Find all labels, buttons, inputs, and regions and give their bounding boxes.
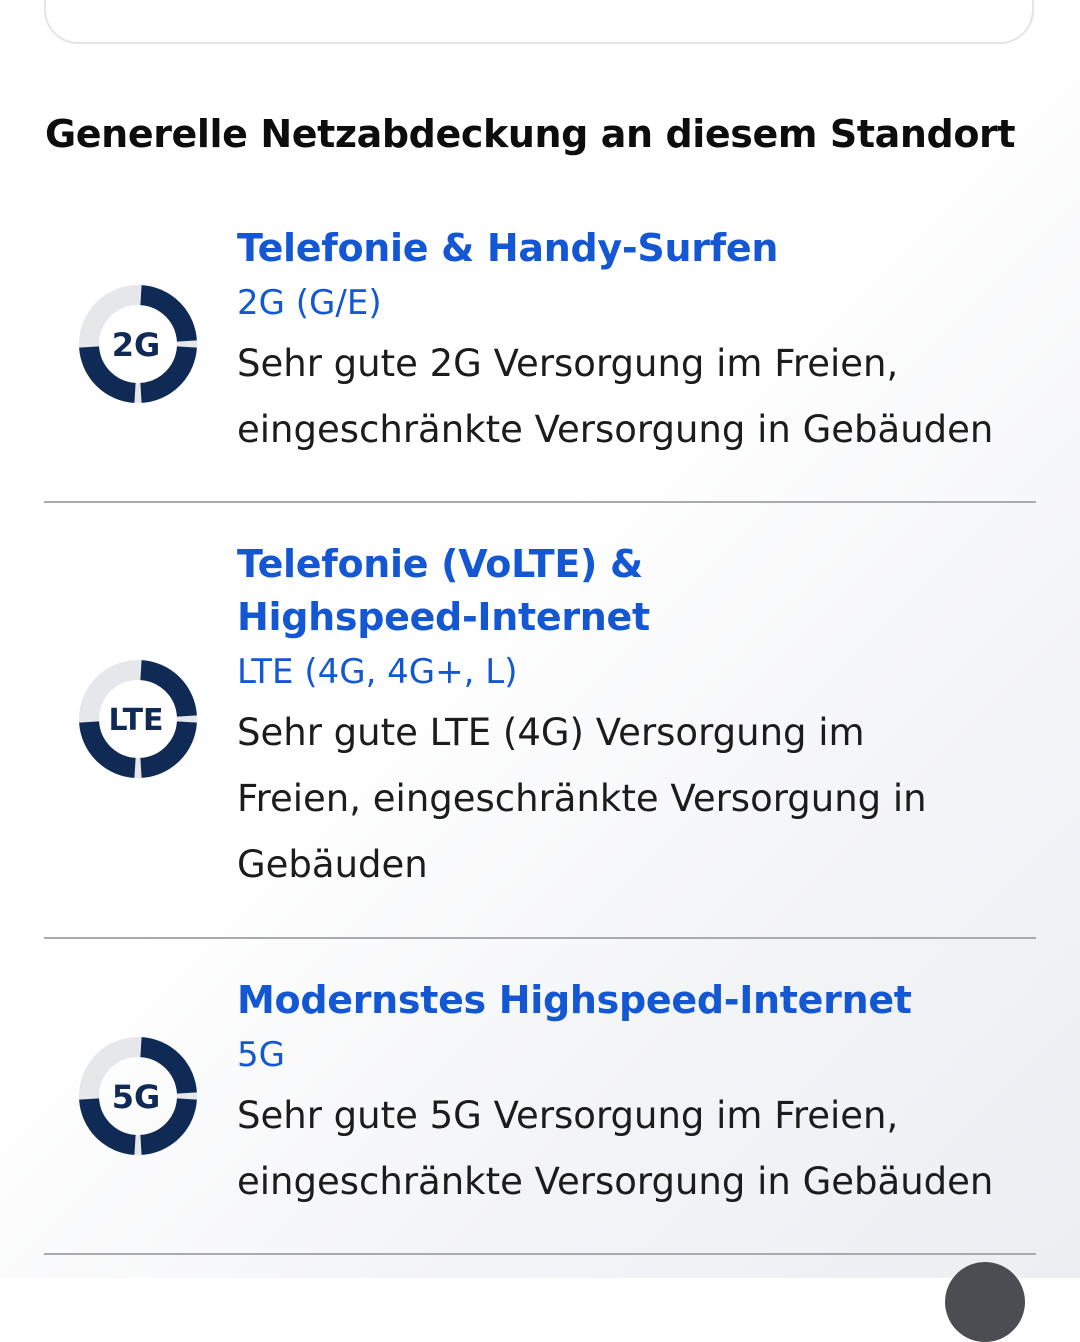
coverage-description-5g: Sehr gute 5G Versorgung im Freien, einge…: [237, 1094, 994, 1203]
section-title: Generelle Netzabdeckung an diesem Stando…: [45, 112, 1016, 156]
coverage-text-lte: Telefonie (VoLTE) & Highspeed-Internet L…: [237, 538, 1036, 898]
coverage-text-2g: Telefonie & Handy-Surfen 2G (G/E) Sehr g…: [237, 222, 1036, 463]
signal-5g-icon: 5G: [78, 1036, 198, 1156]
signal-lte-label: LTE: [108, 703, 163, 738]
coverage-item-2g: 2G Telefonie & Handy-Surfen 2G (G/E) Seh…: [44, 214, 1036, 503]
coverage-item-5g: 5G Modernstes Highspeed-Internet 5G Sehr…: [44, 939, 1036, 1255]
signal-2g-icon: 2G: [78, 284, 198, 404]
signal-lte-icon: LTE: [78, 659, 198, 779]
coverage-tech-2g: 2G (G/E): [237, 283, 382, 323]
coverage-tech-lte: LTE (4G, 4G+, L): [237, 652, 518, 692]
coverage-description-lte: Sehr gute LTE (4G) Versorgung im Freien,…: [237, 711, 927, 886]
coverage-title-2g: Telefonie & Handy-Surfen: [237, 226, 779, 270]
signal-2g-label: 2G: [112, 326, 161, 364]
coverage-description-2g: Sehr gute 2G Versorgung im Freien, einge…: [237, 342, 994, 451]
coverage-item-lte: LTE Telefonie (VoLTE) & Highspeed-Intern…: [44, 503, 1036, 939]
coverage-tech-5g: 5G: [237, 1035, 285, 1075]
coverage-title-lte: Telefonie (VoLTE) & Highspeed-Internet: [237, 542, 650, 639]
signal-5g-label: 5G: [112, 1078, 161, 1116]
scroll-to-top-button[interactable]: [945, 1262, 1025, 1342]
coverage-title-5g: Modernstes Highspeed-Internet: [237, 978, 912, 1022]
previous-card: [44, 0, 1034, 44]
coverage-text-5g: Modernstes Highspeed-Internet 5G Sehr gu…: [237, 974, 1036, 1215]
